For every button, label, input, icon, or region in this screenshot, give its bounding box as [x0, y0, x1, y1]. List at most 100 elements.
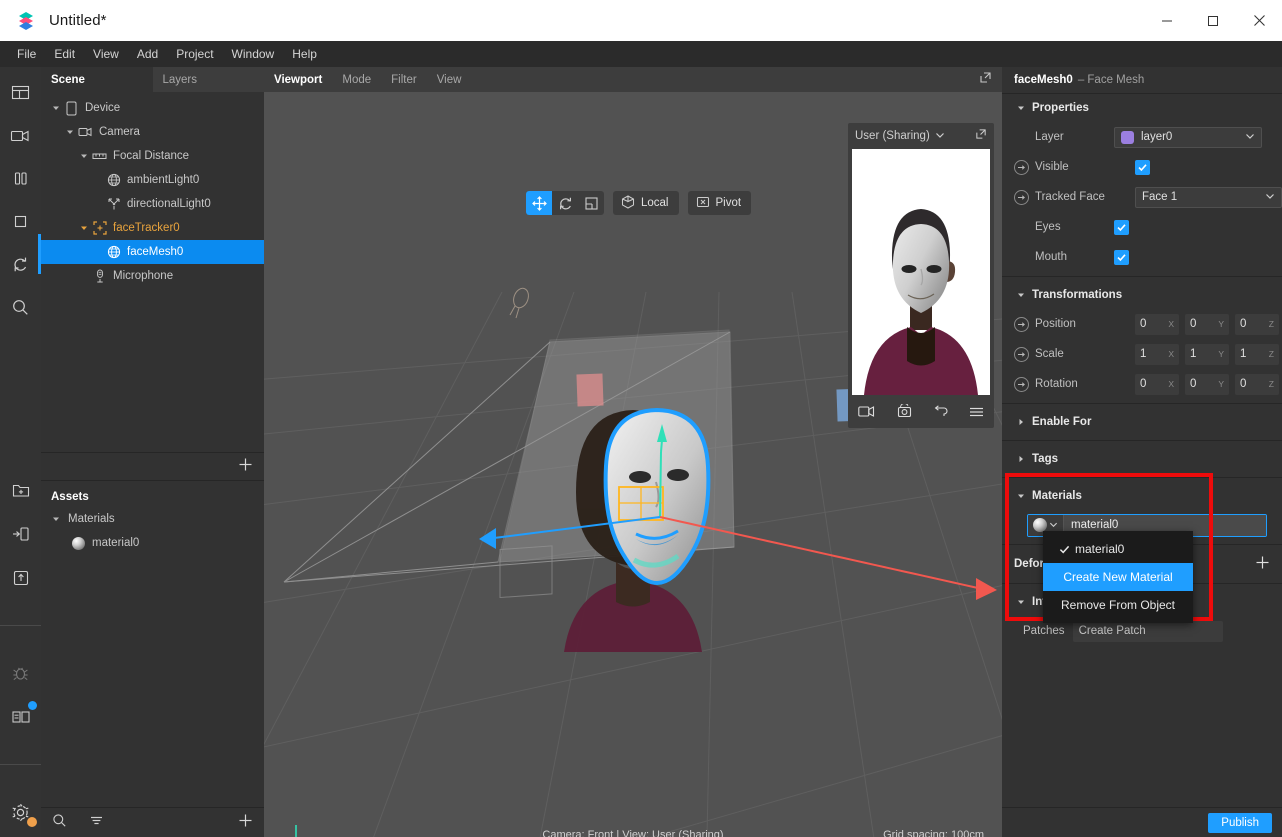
caret-down-icon[interactable]	[1014, 492, 1028, 500]
caret-down-icon[interactable]	[49, 515, 63, 523]
scale-y-input[interactable]: 1Y	[1185, 343, 1229, 365]
tab-mode[interactable]: Mode	[342, 74, 371, 86]
bug-icon[interactable]	[10, 662, 32, 684]
section-transformations[interactable]: Transformations	[1002, 281, 1282, 309]
caret-down-icon[interactable]	[63, 128, 77, 136]
menu-window[interactable]: Window	[223, 43, 284, 65]
menu-view[interactable]: View	[84, 43, 128, 65]
layer-select[interactable]: layer0	[1114, 126, 1262, 148]
patch-arrow-icon[interactable]	[1014, 376, 1029, 392]
filter-icon[interactable]	[89, 813, 104, 833]
tracked-face-select[interactable]: Face 1	[1135, 186, 1282, 208]
patch-arrow-icon[interactable]	[1014, 346, 1029, 362]
stop-icon[interactable]	[10, 210, 32, 232]
patch-arrow-icon[interactable]	[1014, 316, 1029, 332]
tree-item-facetracker0[interactable]: faceTracker0	[41, 216, 264, 240]
position-x-input[interactable]: 0X	[1135, 313, 1179, 335]
chevron-down-icon[interactable]	[935, 127, 945, 145]
add-asset-button[interactable]	[238, 813, 253, 833]
search-icon[interactable]	[52, 813, 67, 833]
add-asset-icon[interactable]	[10, 479, 32, 501]
export-icon[interactable]	[10, 567, 32, 589]
move-tool-icon[interactable]	[526, 191, 552, 215]
preview-header: User (Sharing)	[848, 123, 994, 149]
tab-view[interactable]: View	[437, 74, 462, 86]
rotation-x-input[interactable]: 0X	[1135, 373, 1179, 395]
add-object-button[interactable]	[238, 457, 253, 477]
tab-viewport[interactable]: Viewport	[274, 74, 322, 86]
section-materials[interactable]: Materials	[1002, 482, 1282, 510]
layout-icon[interactable]	[10, 81, 32, 103]
publish-button[interactable]: Publish	[1208, 812, 1272, 833]
tab-filter[interactable]: Filter	[391, 74, 417, 86]
chevron-down-icon[interactable]	[1265, 191, 1275, 204]
sphere-icon	[1033, 518, 1047, 532]
tab-layers[interactable]: Layers	[152, 67, 264, 92]
tree-item-microphone[interactable]: Microphone	[41, 264, 264, 288]
position-z-input[interactable]: 0Z	[1235, 313, 1279, 335]
scale-tool-icon[interactable]	[578, 191, 604, 215]
caret-down-icon[interactable]	[49, 104, 63, 112]
maximize-button[interactable]	[1190, 0, 1236, 41]
import-icon[interactable]	[10, 523, 32, 545]
create-patch-button[interactable]: Create Patch	[1072, 620, 1223, 642]
caret-down-icon[interactable]	[1014, 104, 1028, 112]
pivot-toggle-button[interactable]: Pivot	[687, 191, 752, 215]
caret-down-icon[interactable]	[77, 152, 91, 160]
tree-item-focal-distance[interactable]: Focal Distance	[41, 144, 264, 168]
section-tags[interactable]: Tags	[1002, 445, 1282, 473]
caret-right-icon[interactable]	[1014, 455, 1028, 463]
caret-down-icon[interactable]	[1014, 291, 1028, 299]
tree-item-device[interactable]: Device	[41, 96, 264, 120]
tree-item-ambientlight0[interactable]: ambientLight0	[41, 168, 264, 192]
undo-icon[interactable]	[933, 404, 948, 423]
scale-z-input[interactable]: 1Z	[1235, 343, 1279, 365]
caret-down-icon[interactable]	[77, 224, 91, 232]
camera-icon[interactable]	[10, 124, 32, 146]
patch-arrow-icon[interactable]	[1014, 159, 1029, 175]
chevron-down-icon[interactable]	[1245, 131, 1255, 144]
assets-item-materials[interactable]: Materials	[41, 507, 264, 531]
rotation-y-input[interactable]: 0Y	[1185, 373, 1229, 395]
switch-camera-icon[interactable]	[896, 402, 913, 423]
visible-checkbox[interactable]	[1135, 159, 1150, 175]
position-y-input[interactable]: 0Y	[1185, 313, 1229, 335]
minimize-button[interactable]	[1144, 0, 1190, 41]
tree-item-camera[interactable]: Camera	[41, 120, 264, 144]
patch-arrow-icon[interactable]	[1014, 189, 1029, 205]
rotate-tool-icon[interactable]	[552, 191, 578, 215]
mouth-checkbox[interactable]	[1114, 249, 1129, 265]
menu-item-material0[interactable]: material0	[1043, 535, 1193, 563]
viewport-canvas[interactable]: Local Pivot User (Sharing) Camera: Front…	[264, 92, 1002, 837]
menu-edit[interactable]: Edit	[45, 43, 84, 65]
scale-x-input[interactable]: 1X	[1135, 343, 1179, 365]
menu-icon[interactable]	[969, 405, 984, 423]
caret-right-icon[interactable]	[1014, 418, 1028, 426]
library-icon[interactable]	[10, 701, 37, 728]
menu-add[interactable]: Add	[128, 43, 167, 65]
add-deformation-button[interactable]	[1255, 555, 1270, 573]
settings-icon[interactable]	[10, 801, 37, 827]
section-properties[interactable]: Properties	[1002, 94, 1282, 122]
section-enable-for[interactable]: Enable For	[1002, 408, 1282, 436]
menu-file[interactable]: File	[8, 43, 45, 65]
reset-icon[interactable]	[10, 253, 32, 275]
caret-down-icon[interactable]	[1014, 598, 1028, 606]
assets-item-material0[interactable]: material0	[41, 531, 264, 555]
menu-project[interactable]: Project	[167, 43, 222, 65]
menu-help[interactable]: Help	[283, 43, 326, 65]
pause-icon[interactable]	[10, 167, 32, 189]
preview-expand-icon[interactable]	[975, 127, 987, 145]
tab-scene[interactable]: Scene	[41, 67, 153, 92]
tree-item-facemesh0[interactable]: faceMesh0	[41, 240, 264, 264]
rotation-z-input[interactable]: 0Z	[1235, 373, 1279, 395]
space-toggle-button[interactable]: Local	[613, 191, 679, 215]
search-icon[interactable]	[10, 296, 32, 318]
eyes-checkbox[interactable]	[1114, 219, 1129, 235]
menu-item-create-new-material[interactable]: Create New Material	[1043, 563, 1193, 591]
menu-item-remove-from-object[interactable]: Remove From Object	[1043, 591, 1193, 619]
tree-item-directionallight0[interactable]: directionalLight0	[41, 192, 264, 216]
close-button[interactable]	[1236, 0, 1282, 41]
record-icon[interactable]	[858, 405, 875, 423]
expand-icon[interactable]	[979, 71, 992, 89]
